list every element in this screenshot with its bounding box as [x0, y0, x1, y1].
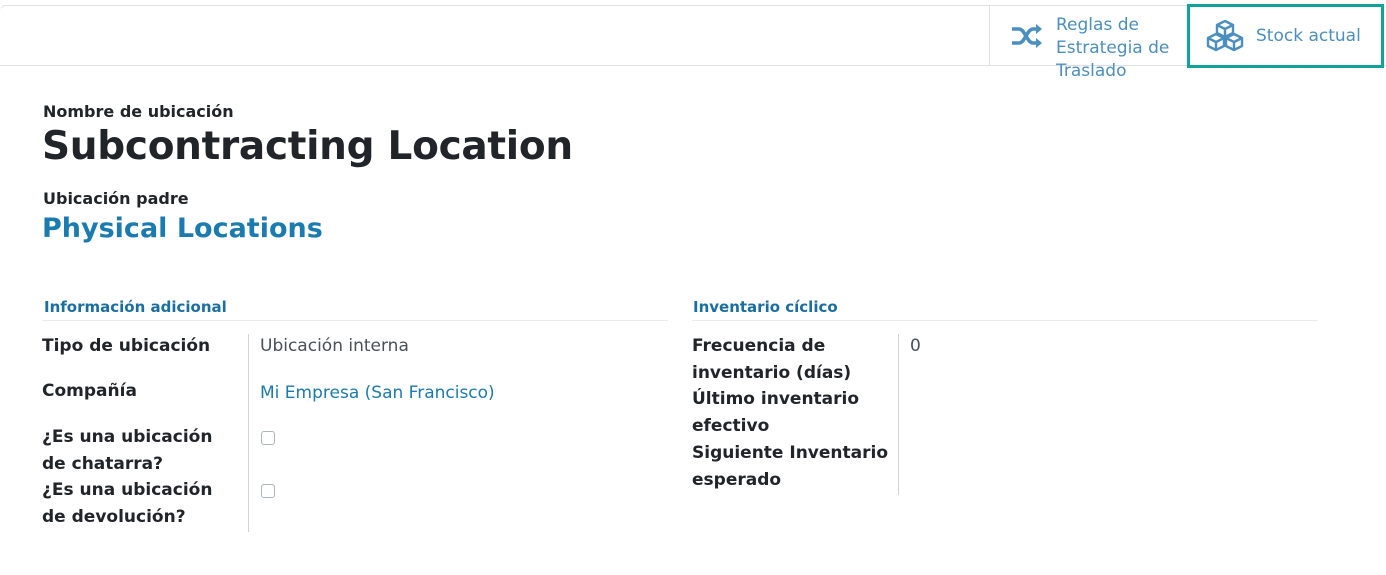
- parent-location-label: Ubicación padre: [43, 189, 189, 208]
- last-inventory-label: Último inventario efectivo: [692, 389, 860, 436]
- location-type-label: Tipo de ubicación: [42, 336, 211, 356]
- shuffle-icon: [1010, 22, 1044, 50]
- additional-info-title: Información adicional: [44, 298, 227, 316]
- putaway-rules-button[interactable]: Reglas de Estrategia de Traslado: [989, 6, 1186, 81]
- company-label: Compañía: [42, 381, 137, 401]
- scrap-location-label: ¿Es una ubicación de chatarra?: [42, 427, 213, 474]
- inventory-frequency-label: Frecuencia de inventario (días): [692, 336, 852, 383]
- location-name-label: Nombre de ubicación: [43, 102, 234, 121]
- control-panel: Reglas de Estrategia de Traslado Stock a…: [0, 4, 1386, 81]
- field-divider: [248, 334, 249, 532]
- field-divider: [898, 334, 899, 495]
- putaway-rules-label: Reglas de Estrategia de Traslado: [1056, 14, 1170, 81]
- return-location-label: ¿Es una ubicación de devolución?: [42, 480, 213, 527]
- location-type-value[interactable]: Ubicación interna: [260, 336, 409, 356]
- current-stock-label: Stock actual: [1256, 26, 1361, 46]
- return-location-checkbox[interactable]: [261, 484, 275, 498]
- current-stock-button[interactable]: Stock actual: [1187, 4, 1384, 68]
- next-inventory-label: Siguiente Inventario esperado: [692, 443, 889, 490]
- scrap-location-checkbox[interactable]: [261, 431, 275, 445]
- section-divider: [692, 320, 1318, 321]
- location-name-field[interactable]: Subcontracting Location: [42, 124, 573, 169]
- section-divider: [42, 320, 668, 321]
- inventory-frequency-value[interactable]: 0: [910, 336, 921, 356]
- cyclic-inventory-title: Inventario cíclico: [693, 298, 838, 316]
- company-link[interactable]: Mi Empresa (San Francisco): [260, 383, 495, 403]
- cubes-icon: [1206, 20, 1244, 52]
- parent-location-link[interactable]: Physical Locations: [42, 213, 323, 244]
